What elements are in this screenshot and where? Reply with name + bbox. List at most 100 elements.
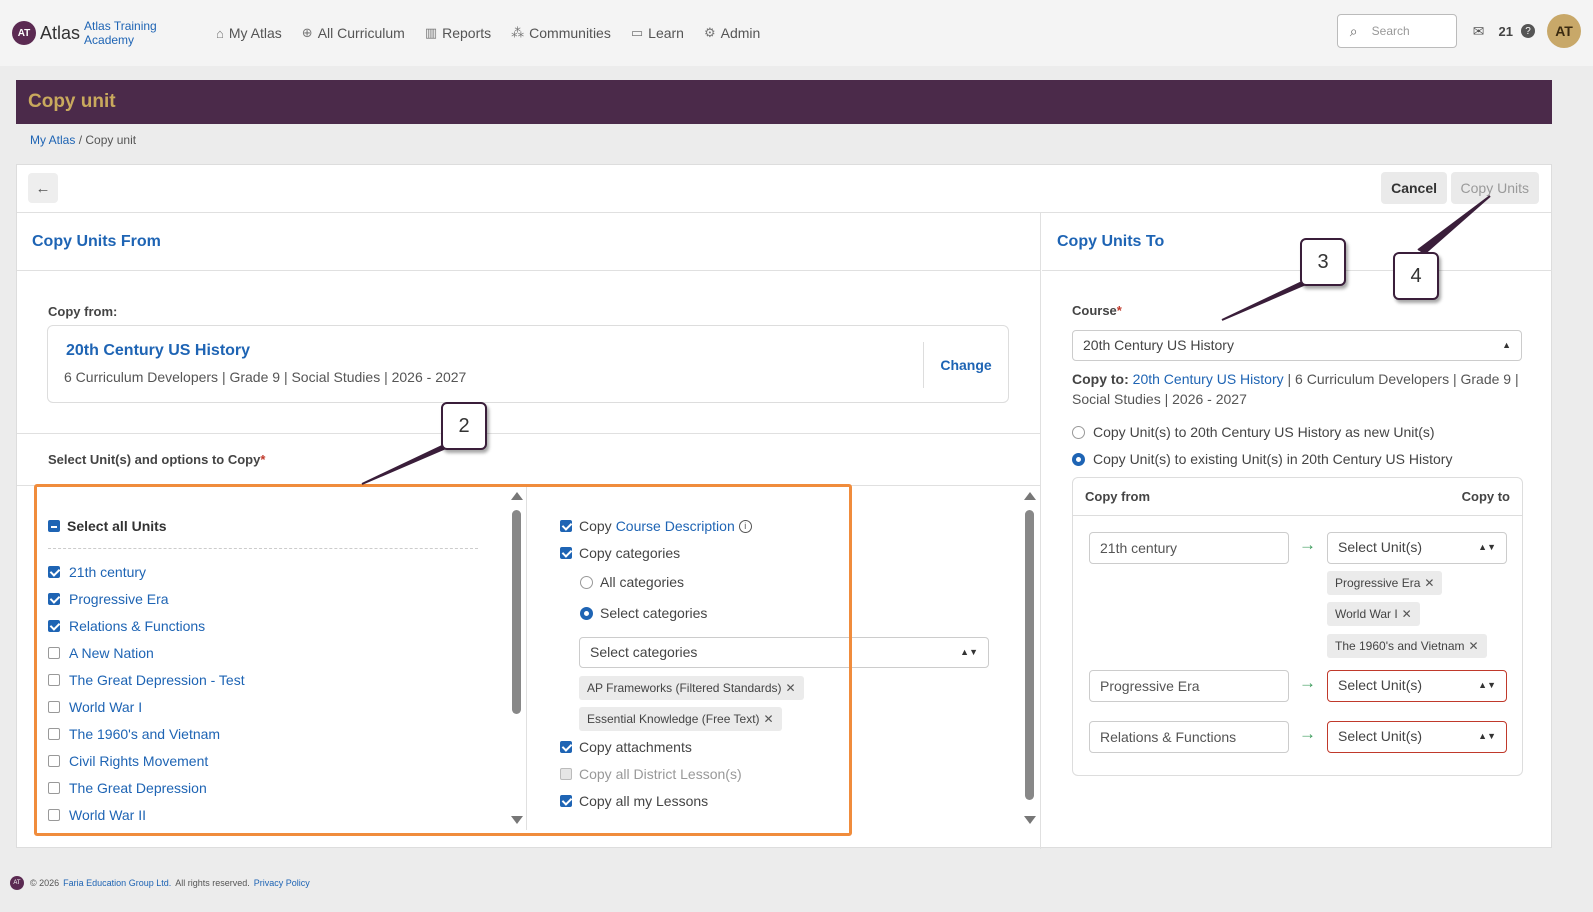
unit-label[interactable]: A New Nation [69,645,154,661]
info-icon[interactable]: i [738,519,752,533]
copy-my-lessons-option[interactable]: Copy all my Lessons [560,793,708,809]
unit-label[interactable]: 21th century [69,564,146,580]
target-unit-select[interactable]: Select Unit(s) ▲▼ [1327,532,1507,564]
checkbox[interactable] [48,619,60,632]
select-units-text: Select Unit(s) and options to Copy [48,452,261,467]
copy-course-description-option[interactable]: Copy Course Description i [560,518,752,534]
copy-to-course-link[interactable]: 20th Century US History [1133,371,1284,387]
target-unit-select[interactable]: Select Unit(s) ▲▼ [1327,721,1507,753]
scroll-up-icon[interactable] [1024,492,1036,500]
remove-tag-icon[interactable]: ✕ [1469,639,1479,653]
scroll-down-icon[interactable] [1024,816,1036,824]
mapping-header: Copy from Copy to [1073,478,1522,516]
unit-item[interactable]: World War II [48,801,245,828]
notification-count[interactable]: 21 [1499,24,1513,39]
checkbox[interactable] [48,781,60,794]
footer: AT © 2026 Faria Education Group Ltd. All… [0,868,1593,898]
unit-label[interactable]: The 1960's and Vietnam [69,726,220,742]
unit-item[interactable]: World War I [48,693,245,720]
checkbox[interactable] [560,795,572,807]
checkbox[interactable] [48,754,60,767]
unit-label[interactable]: Civil Rights Movement [69,753,208,769]
checkbox[interactable] [48,592,60,605]
radio-copy-as-new[interactable]: Copy Unit(s) to 20th Century US History … [1072,424,1435,440]
privacy-policy-link[interactable]: Privacy Policy [254,878,310,888]
nav-admin[interactable]: ⚙ Admin [704,25,760,41]
checkbox[interactable] [48,646,60,659]
nav-learn[interactable]: ▭ Learn [631,25,684,41]
select-all-units-checkbox[interactable]: Select all Units [48,518,167,534]
unit-label[interactable]: Relations & Functions [69,618,205,634]
avatar[interactable]: AT [1547,14,1581,48]
remove-tag-icon[interactable]: ✕ [764,712,774,726]
radio-copy-to-existing[interactable]: Copy Unit(s) to existing Unit(s) in 20th… [1072,451,1452,467]
categories-select[interactable]: Select categories ▲▼ [579,637,989,668]
breadcrumb-home-link[interactable]: My Atlas [30,133,75,147]
checkbox[interactable] [560,741,572,753]
unit-item[interactable]: A New Nation [48,639,245,666]
callout-3: 3 [1300,238,1346,286]
options-scrollbar[interactable] [1023,490,1037,826]
select-all-label: Select all Units [67,518,167,534]
target-course-select[interactable]: 20th Century US History ▲ [1072,330,1522,361]
radio-button[interactable] [1072,425,1085,439]
nav-my-atlas[interactable]: ⌂ My Atlas [216,25,282,41]
unit-item[interactable]: Progressive Era [48,585,245,612]
unit-label[interactable]: Progressive Era [69,591,169,607]
checkbox[interactable] [48,520,60,532]
back-arrow-icon[interactable]: ← [28,173,58,203]
checkbox[interactable] [48,727,60,740]
unit-item[interactable]: 21th century [48,558,245,585]
units-scrollbar[interactable] [510,490,524,826]
cancel-button[interactable]: Cancel [1381,172,1447,204]
unit-item[interactable]: The Great Depression - Test [48,666,245,693]
copy-units-button[interactable]: Copy Units [1450,172,1539,204]
unit-label[interactable]: World War I [69,699,142,715]
search-input[interactable]: ⌕ Search [1336,14,1457,48]
checkbox[interactable] [48,673,60,686]
scroll-thumb[interactable] [1025,510,1034,800]
scroll-down-icon[interactable] [511,816,523,824]
radio-button[interactable] [580,575,593,589]
radio-button[interactable] [580,606,593,620]
footer-company-link[interactable]: Faria Education Group Ltd. [63,878,171,888]
copy-attachments-option[interactable]: Copy attachments [560,739,692,755]
nav-all-curriculum[interactable]: ⊕ All Curriculum [302,25,405,41]
option-label: Select categories [600,605,708,621]
mail-icon[interactable]: ✉ [1473,23,1485,40]
all-categories-radio[interactable]: All categories [580,574,684,590]
checkbox[interactable] [48,565,60,578]
unit-item[interactable]: Civil Rights Movement [48,747,245,774]
checkbox[interactable] [560,520,572,532]
radio-button[interactable] [1072,452,1085,466]
checkbox[interactable] [48,808,60,821]
categories-placeholder: Select categories [590,644,698,660]
copy-categories-option[interactable]: Copy categories [560,545,680,561]
source-course-title[interactable]: 20th Century US History [66,342,250,360]
remove-tag-icon[interactable]: ✕ [1424,576,1434,590]
unit-item[interactable]: The 1960's and Vietnam [48,720,245,747]
atlas-logo[interactable]: AT Atlas Atlas Training Academy [12,19,164,47]
remove-tag-icon[interactable]: ✕ [1402,607,1412,621]
course-description-link[interactable]: Course Description [616,518,735,534]
unit-label[interactable]: The Great Depression - Test [69,672,245,688]
change-course-link[interactable]: Change [923,342,1008,388]
scroll-thumb[interactable] [512,510,521,714]
scroll-up-icon[interactable] [511,492,523,500]
copy-to-summary: Copy to: 20th Century US History | 6 Cur… [1072,369,1522,409]
target-unit-select[interactable]: Select Unit(s) ▲▼ [1327,670,1507,702]
remove-tag-icon[interactable]: ✕ [786,681,796,695]
unit-item[interactable]: Relations & Functions [48,612,245,639]
select-categories-radio[interactable]: Select categories [580,605,707,621]
nav-reports[interactable]: ▥ Reports [425,25,491,41]
unit-label[interactable]: World War II [69,807,146,823]
checkbox[interactable] [560,547,572,559]
unit-item[interactable]: The Great Depression [48,774,245,801]
nav-communities[interactable]: ⁂ Communities [511,25,611,41]
tag-label: Progressive Era [1335,576,1421,590]
breadcrumb: My Atlas / Copy unit [30,133,136,147]
unit-label[interactable]: The Great Depression [69,780,207,796]
nav-label: All Curriculum [317,25,405,41]
checkbox[interactable] [48,700,60,713]
help-icon[interactable]: ? [1521,24,1535,38]
